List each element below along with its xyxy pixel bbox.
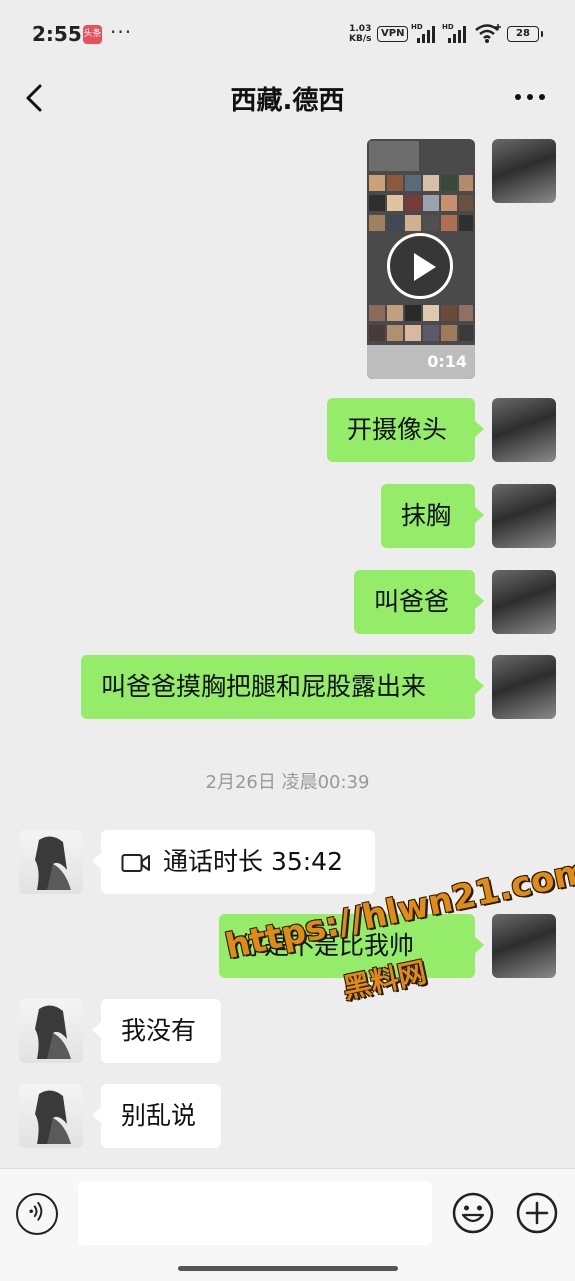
input-bar <box>0 1168 575 1281</box>
status-more: ··· <box>110 20 133 44</box>
video-call-icon <box>121 854 150 872</box>
my-avatar[interactable] <box>492 398 556 462</box>
contact-avatar-image <box>35 1005 71 1059</box>
my-avatar[interactable] <box>492 484 556 548</box>
more-dots-icon[interactable] <box>510 82 550 112</box>
my-message-bubble[interactable]: 叫爸爸 <box>354 570 484 634</box>
plus-icon[interactable] <box>515 1191 559 1235</box>
contact-avatar[interactable] <box>19 999 83 1063</box>
contact-message-bubble[interactable]: 我没有 <box>92 999 221 1063</box>
message-input[interactable] <box>78 1181 432 1245</box>
my-avatar[interactable] <box>492 139 556 203</box>
contact-avatar-image <box>35 836 71 890</box>
my-message-bubble[interactable]: 抹胸 <box>381 484 484 548</box>
net-speed: 1.03 KB/s <box>349 24 371 44</box>
net-speed-unit: KB/s <box>349 34 372 44</box>
video-duration: 0:14 <box>427 352 467 371</box>
play-icon[interactable] <box>387 233 453 299</box>
call-record-bubble[interactable]: 通话时长 35:42 <box>92 830 375 894</box>
hd-label-1: HD <box>411 23 423 31</box>
vpn-badge: VPN <box>377 26 409 42</box>
emoji-icon[interactable] <box>451 1191 495 1235</box>
contact-avatar[interactable] <box>19 830 83 894</box>
signal-2-icon: HD <box>442 23 468 43</box>
signal-1-icon: HD <box>411 23 437 43</box>
my-message-bubble[interactable]: 叫爸爸摸胸把腿和屁股露出来 <box>81 655 484 719</box>
contact-avatar-image <box>35 1090 71 1144</box>
chat-timestamp: 2月26日 凌晨00:39 <box>205 772 370 793</box>
video-message[interactable]: 0:14 <box>367 139 475 379</box>
my-avatar[interactable] <box>492 914 556 978</box>
my-avatar[interactable] <box>492 570 556 634</box>
contact-avatar[interactable] <box>19 1084 83 1148</box>
status-bar: 2:55 头条 ··· 1.03 KB/s VPN HD HD 28 <box>0 0 575 68</box>
battery-icon: 28 <box>507 26 543 42</box>
wifi-icon <box>475 24 501 43</box>
call-duration-text: 通话时长 35:42 <box>163 847 343 876</box>
my-message-bubble[interactable]: 开摄像头 <box>327 398 484 462</box>
my-avatar[interactable] <box>492 655 556 719</box>
home-indicator[interactable] <box>178 1266 398 1271</box>
chat-header: 西藏.德西 <box>0 68 575 130</box>
status-time: 2:55 <box>32 22 82 46</box>
app-badge: 头条 <box>83 25 102 44</box>
net-speed-value: 1.03 <box>349 24 372 34</box>
contact-message-bubble[interactable]: 别乱说 <box>92 1084 221 1148</box>
hd-label-2: HD <box>442 23 454 31</box>
voice-icon[interactable] <box>16 1193 58 1235</box>
chat-title: 西藏.德西 <box>230 86 345 116</box>
